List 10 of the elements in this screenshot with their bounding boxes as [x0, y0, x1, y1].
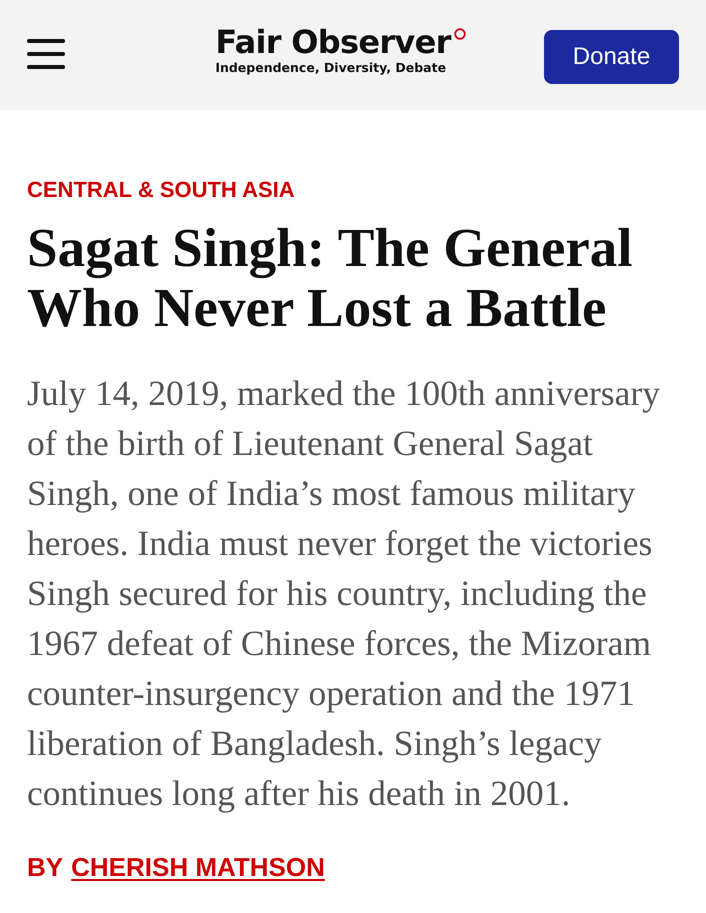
byline-prefix: BY	[27, 851, 64, 884]
author-link[interactable]: CHERISH MATHSON	[71, 850, 325, 884]
category-label[interactable]: CENTRAL & SOUTH ASIA	[27, 176, 295, 204]
logo-name[interactable]: Fair Observer	[215, 24, 451, 58]
logo-tagline: Independence, Diversity, Debate	[215, 60, 446, 76]
donate-button[interactable]: Donate	[544, 30, 679, 84]
ring-icon	[454, 28, 466, 40]
menu-icon[interactable]	[27, 39, 65, 69]
article-title: Sagat Singh: The General Who Never Lost a Battle	[27, 218, 634, 338]
article-summary: July 14, 2019, marked the 100th anniversary of the birth of Lieutenant General Sagat Singh, one of India’s most famous military heroes. India must never forget the victories Singh secured for his country, including the 1967 defeat of Chinese forces, the Mizoram counter-insurgency operation and the 1971 liberation of Bangladesh. Singh’s legacy continues long after his death in 2001.	[27, 372, 661, 815]
